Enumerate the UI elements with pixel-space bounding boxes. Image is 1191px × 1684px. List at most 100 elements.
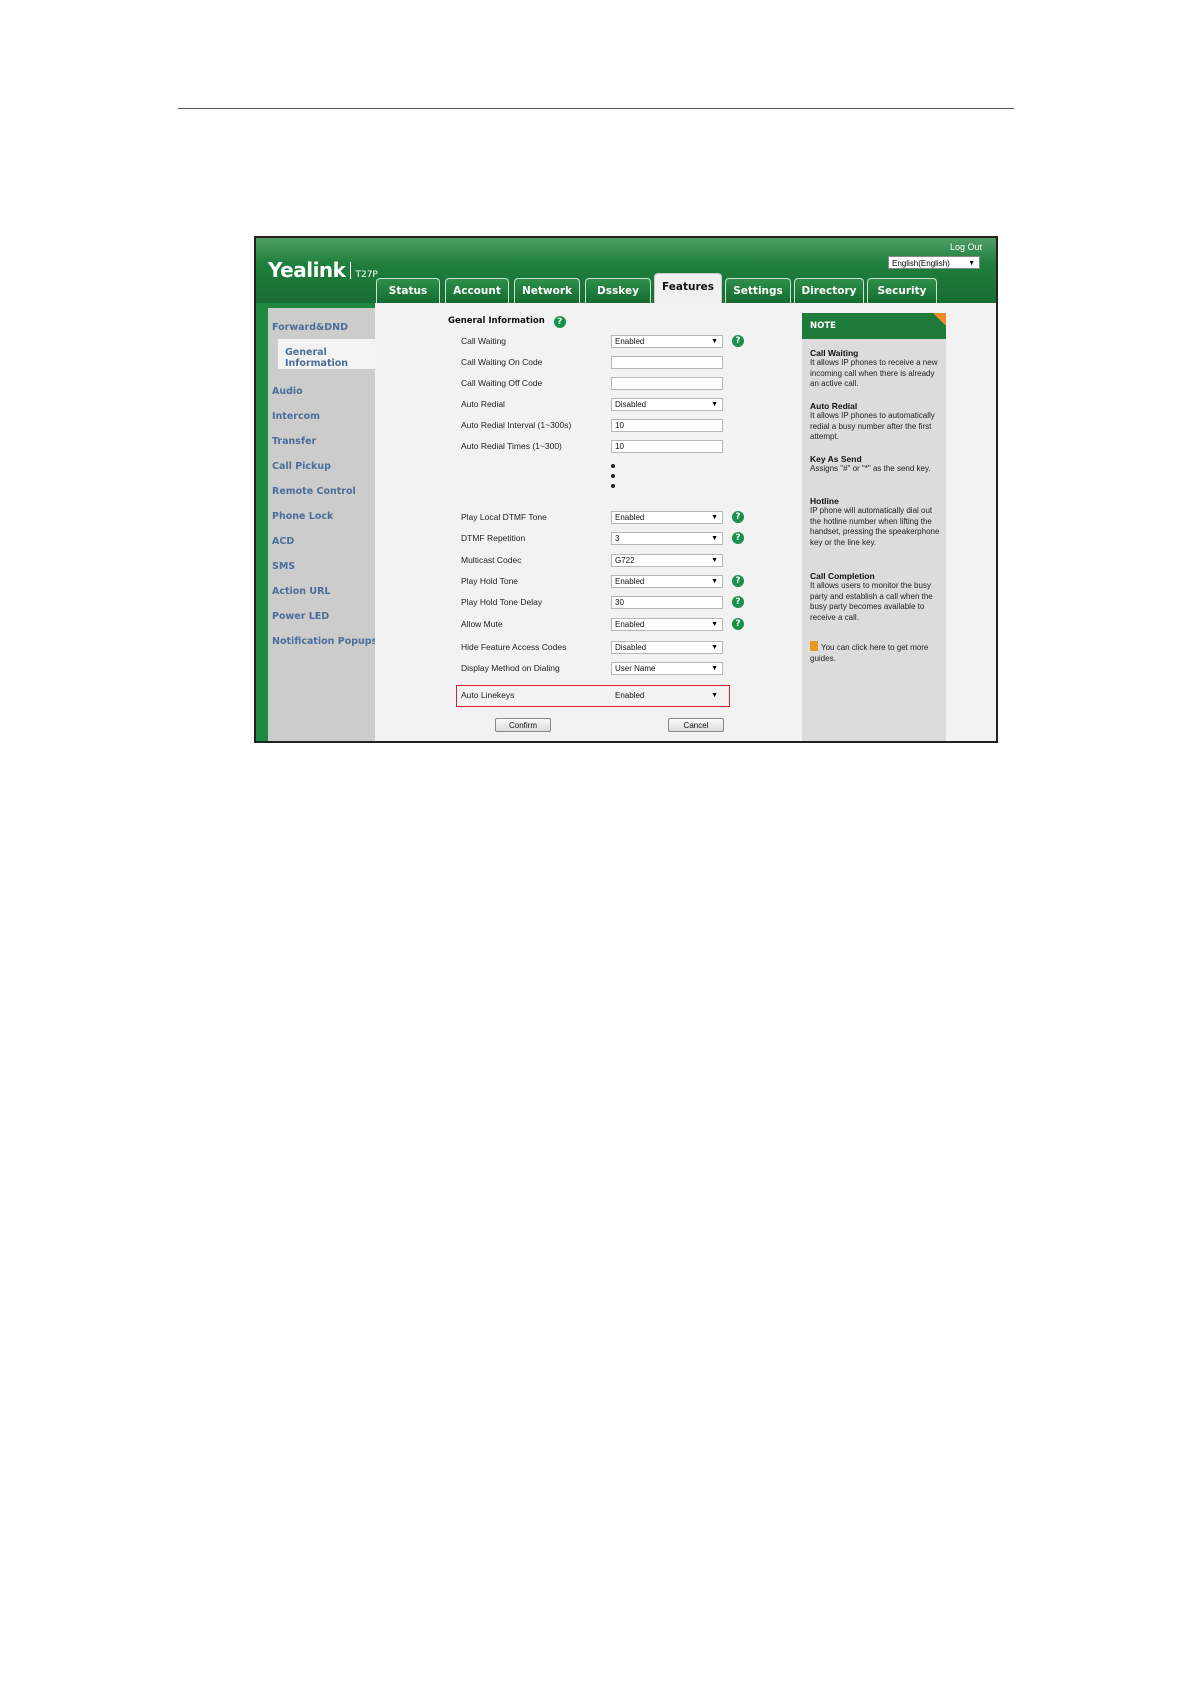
play-local-dtmf-tone-select[interactable]: Enabled ▼ [611,511,723,524]
sidebar-item-audio[interactable]: Audio [272,386,303,397]
label-call-waiting-off-code: Call Waiting Off Code [461,378,543,388]
note-text: It allows users to monitor the busy part… [810,581,933,622]
label-play-local-dtmf-tone: Play Local DTMF Tone [461,512,547,522]
section-title: General Information ? [448,315,566,328]
label-hide-feature-access-codes: Hide Feature Access Codes [461,642,567,652]
label-auto-redial-times: Auto Redial Times (1~300) [461,441,562,451]
guide-link[interactable]: You can click here to get more guides. [810,641,942,664]
note-heading: Call Completion [810,571,875,581]
help-icon[interactable]: ? [732,335,744,347]
sidebar-item-call-pickup[interactable]: Call Pickup [272,461,331,472]
label-auto-redial: Auto Redial [461,399,505,409]
note-text: It allows IP phones to automatically red… [810,411,935,441]
chevron-down-icon: ▼ [711,514,718,521]
dtmf-repetition-select[interactable]: 3 ▼ [611,532,723,545]
label-dtmf-repetition: DTMF Repetition [461,533,526,543]
call-waiting-off-code-input[interactable] [611,377,723,390]
note-heading: Hotline [810,496,839,506]
help-icon[interactable]: ? [732,511,744,523]
select-value: Enabled [615,337,645,346]
select-value: Disabled [615,643,647,652]
help-icon[interactable]: ? [732,532,744,544]
chevron-down-icon: ▼ [711,535,718,542]
select-value: Enabled [615,577,645,586]
book-icon [810,641,818,651]
tab-account[interactable]: Account [445,278,509,303]
label-auto-linekeys: Auto Linekeys [461,690,515,700]
language-select[interactable]: English(English) ▼ [888,256,980,269]
call-waiting-on-code-input[interactable] [611,356,723,369]
chevron-down-icon: ▼ [711,644,718,651]
model-name: T27P [355,270,378,280]
display-method-on-dialing-select[interactable]: User Name ▼ [611,662,723,675]
sidebar-item-label-line2: Information [285,358,349,369]
label-play-hold-tone: Play Hold Tone [461,576,519,586]
confirm-button[interactable]: Confirm [495,718,551,732]
sidebar-item-power-led[interactable]: Power LED [272,611,329,622]
ellipsis-dot [611,474,615,478]
help-icon[interactable]: ? [732,575,744,587]
tab-dsskey[interactable]: Dsskey [585,278,651,303]
section-title-text: General Information [448,316,545,326]
chevron-down-icon: ▼ [711,692,718,699]
sidebar-item-label: General [285,347,327,358]
note-heading: Call Waiting [810,348,859,358]
sidebar-item-intercom[interactable]: Intercom [272,411,320,422]
allow-mute-select[interactable]: Enabled ▼ [611,618,723,631]
ellipsis-dot [611,464,615,468]
help-icon[interactable]: ? [553,316,566,328]
logout-link[interactable]: Log Out [950,242,982,252]
note-text: It allows IP phones to receive a new inc… [810,358,938,388]
label-call-waiting: Call Waiting [461,336,507,346]
guide-text: You can click here to get more guides. [810,643,929,663]
tab-directory[interactable]: Directory [794,278,864,303]
sidebar-item-acd[interactable]: ACD [272,536,294,547]
auto-linekeys-select[interactable]: Enabled ▼ [611,689,723,702]
sidebar-item-transfer[interactable]: Transfer [272,436,316,447]
sidebar-item-general-information[interactable]: General Information [285,347,348,369]
tab-status[interactable]: Status [376,278,440,303]
cancel-button[interactable]: Cancel [668,718,724,732]
sidebar-item-sms[interactable]: SMS [272,561,295,572]
note-text: IP phone will automatically dial out the… [810,506,940,547]
tab-settings[interactable]: Settings [725,278,791,303]
select-value: Disabled [615,400,647,409]
brand-name: Yealink [268,258,346,282]
label-call-waiting-on-code: Call Waiting On Code [461,357,543,367]
brand-logo: Yealink T27P [268,258,378,282]
help-icon[interactable]: ? [732,596,744,608]
help-icon[interactable]: ? [732,618,744,630]
play-hold-tone-select[interactable]: Enabled ▼ [611,575,723,588]
tab-features[interactable]: Features [654,273,722,303]
web-ui-screenshot: Yealink T27P Log Out English(English) ▼ St… [254,236,998,743]
chevron-down-icon: ▼ [968,260,975,267]
label-auto-redial-interval: Auto Redial Interval (1~300s) [461,420,572,430]
ellipsis-dot [611,484,615,488]
label-allow-mute: Allow Mute [461,619,503,629]
sidebar-item-notification-popups[interactable]: Notification Popups [272,636,377,647]
select-value: 3 [615,534,620,543]
play-hold-tone-delay-input[interactable]: 30 [611,596,723,609]
sidebar-item-forward-dnd[interactable]: Forward&DND [272,322,348,333]
select-value: Enabled [615,691,645,700]
multicast-codec-select[interactable]: G722 ▼ [611,554,723,567]
call-waiting-select[interactable]: Enabled ▼ [611,335,723,348]
auto-redial-interval-input[interactable]: 10 [611,419,723,432]
tab-security[interactable]: Security [867,278,937,303]
sidebar-item-phone-lock[interactable]: Phone Lock [272,511,333,522]
page-header-rule [178,108,1014,109]
label-play-hold-tone-delay: Play Hold Tone Delay [461,597,543,607]
chevron-down-icon: ▼ [711,665,718,672]
tab-network[interactable]: Network [514,278,580,303]
select-value: User Name [615,664,656,673]
auto-redial-times-input[interactable]: 10 [611,440,723,453]
sidebar [268,308,375,741]
chevron-down-icon: ▼ [711,338,718,345]
sidebar-item-action-url[interactable]: Action URL [272,586,330,597]
language-value: English(English) [892,259,950,268]
hide-feature-access-codes-select[interactable]: Disabled ▼ [611,641,723,654]
sidebar-item-remote-control[interactable]: Remote Control [272,486,356,497]
chevron-down-icon: ▼ [711,401,718,408]
label-multicast-codec: Multicast Codec [461,555,522,565]
auto-redial-select[interactable]: Disabled ▼ [611,398,723,411]
